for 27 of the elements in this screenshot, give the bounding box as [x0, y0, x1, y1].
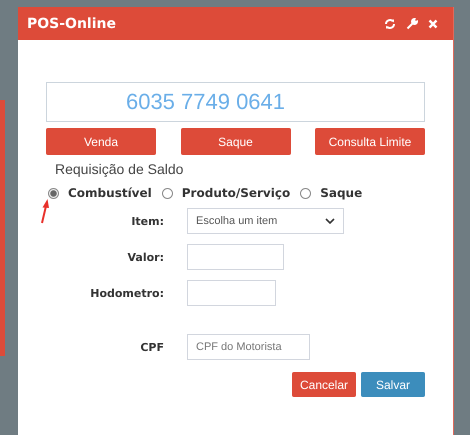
action-button[interactable]: Saque	[180, 128, 290, 155]
radio-label[interactable]: Combustível	[68, 186, 152, 200]
item-dropdown[interactable]: Escolha um item	[187, 208, 344, 234]
input-field[interactable]: CPF do Motorista	[187, 334, 310, 360]
arrow-icon	[40, 198, 50, 224]
chevron-down-icon	[325, 218, 335, 224]
input-field[interactable]	[187, 280, 276, 306]
cancel-button[interactable]: Cancelar	[292, 372, 356, 397]
radio-button[interactable]	[162, 188, 173, 198]
field-label: CPF	[139, 340, 164, 354]
section-title: Requisição de Saldo	[55, 161, 184, 177]
save-button[interactable]: Salvar	[361, 372, 425, 397]
refresh-icon[interactable]	[384, 18, 396, 30]
field-label: Hodometro:	[89, 286, 164, 300]
radio-label[interactable]: Produto/Serviço	[182, 186, 290, 200]
window-title: POS-Online	[27, 16, 116, 32]
field-label: Item:	[130, 214, 164, 228]
close-icon[interactable]	[428, 18, 438, 28]
card-number: 6035 7749 0641	[126, 89, 286, 115]
radio-label[interactable]: Saque	[320, 186, 362, 200]
wrench-icon[interactable]	[406, 18, 418, 30]
radio-button[interactable]	[48, 188, 59, 198]
action-button[interactable]: Venda	[46, 128, 156, 155]
input-field[interactable]	[187, 244, 284, 270]
action-button[interactable]: Consulta Limite	[315, 128, 425, 155]
radio-button[interactable]	[300, 188, 312, 198]
field-label: Valor:	[126, 250, 164, 264]
